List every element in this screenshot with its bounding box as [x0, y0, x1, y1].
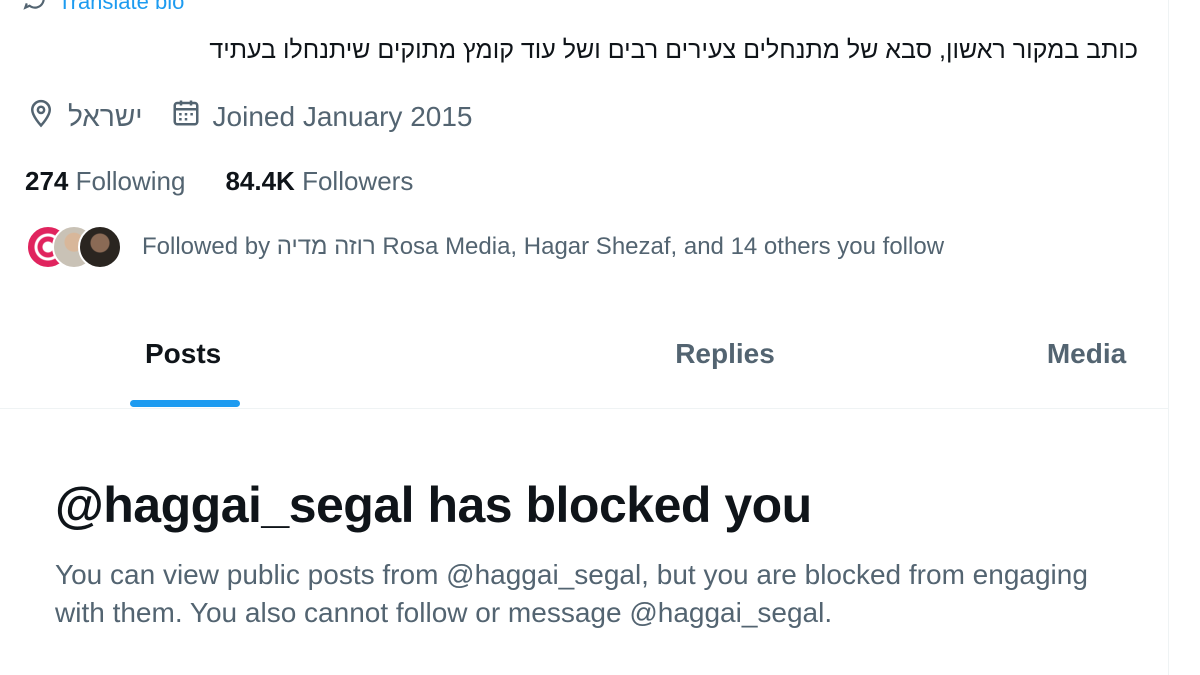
location-pin-icon [26, 98, 56, 135]
location: ישראל [26, 98, 143, 135]
blocked-message: You can view public posts from @haggai_s… [55, 559, 1088, 628]
tab-label: Posts [145, 338, 222, 369]
followed-by-link[interactable]: Followed by רוזה מדיה Rosa Media, Hagar … [26, 222, 944, 272]
translate-bio-label: Translate bio [58, 0, 185, 14]
calendar-icon [171, 98, 201, 135]
location-text: ישראל [68, 100, 143, 132]
following-count: 274 [25, 166, 69, 196]
followed-by-text: Followed by רוזה מדיה Rosa Media, Hagar … [142, 233, 945, 260]
tab-posts[interactable]: Posts [0, 316, 445, 408]
tab-replies[interactable]: Replies [445, 316, 1005, 408]
column-border [1168, 0, 1169, 675]
join-date: Joined January 2015 [171, 98, 473, 135]
follow-stats: 274 Following 84.4K Followers [25, 166, 453, 197]
following-label: Following [75, 166, 186, 196]
followers-count: 84.4K [225, 166, 295, 196]
followers-link[interactable]: 84.4K Followers [225, 166, 413, 197]
profile-bio: כותב במקור ראשון, סבא של מתנחלים צעירים … [209, 36, 1138, 64]
avatar [78, 225, 122, 269]
followers-label: Followers [302, 166, 414, 196]
tab-label: Replies [675, 338, 775, 369]
follower-avatars [26, 222, 122, 272]
join-date-text: Joined January 2015 [212, 100, 473, 132]
translate-icon [22, 0, 48, 18]
following-link[interactable]: 274 Following [25, 166, 185, 197]
tab-media[interactable]: Media [1005, 316, 1168, 408]
profile-tabs: Posts Replies Media [0, 316, 1168, 409]
translate-bio-link[interactable]: Translate bio [22, 0, 184, 18]
tab-label: Media [1046, 338, 1127, 369]
profile-meta: ישראל Joined January 2015 [26, 98, 501, 135]
active-tab-indicator [130, 400, 240, 407]
blocked-title: @haggai_segal has blocked you [55, 477, 812, 533]
